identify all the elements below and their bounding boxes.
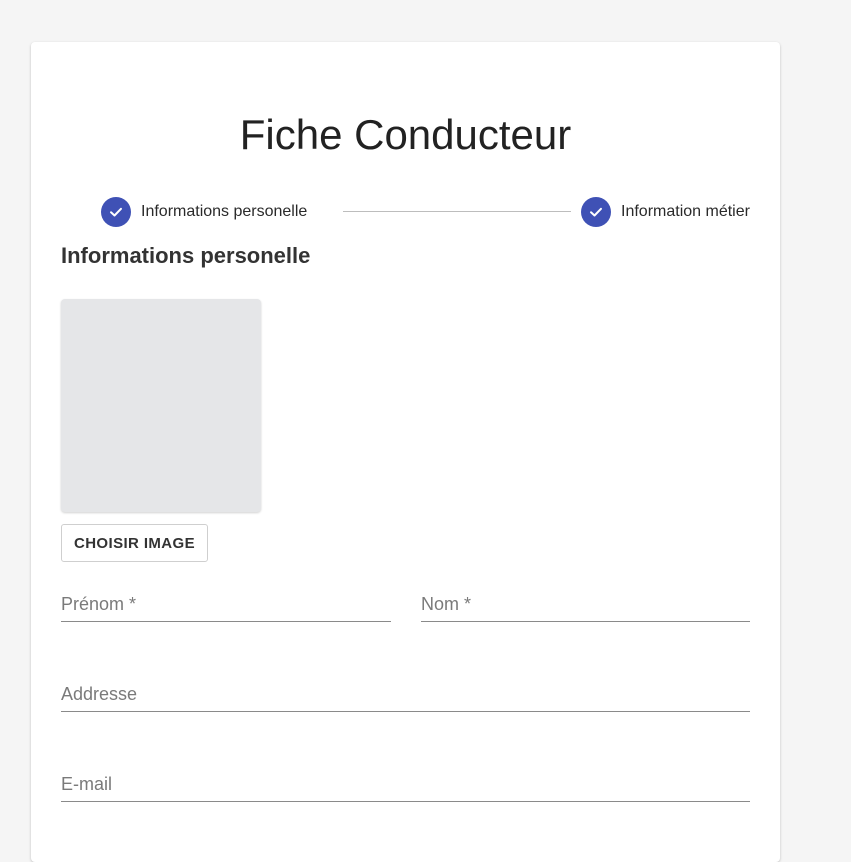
nom-input[interactable] [421, 594, 750, 615]
address-input[interactable] [61, 684, 750, 705]
email-field [61, 771, 750, 802]
prenom-field [61, 591, 391, 622]
section-title: Informations personelle [61, 243, 311, 268]
check-circle-icon [581, 197, 611, 227]
step-personal-info[interactable]: Informations personelle [101, 196, 307, 228]
step-label: Information métier [621, 203, 750, 220]
prenom-input[interactable] [61, 594, 391, 615]
stepper: Informations personelle Information méti… [101, 196, 773, 228]
check-circle-icon [101, 197, 131, 227]
photo-placeholder [61, 299, 261, 512]
nom-field [421, 591, 750, 622]
step-label: Informations personelle [141, 203, 308, 220]
step-business-info[interactable]: Information métier [581, 196, 750, 228]
email-input[interactable] [61, 774, 750, 795]
page-title: Fiche Conducteur [239, 111, 572, 158]
step-connector [343, 211, 571, 212]
choose-image-button[interactable]: CHOISIR IMAGE [61, 524, 208, 562]
address-field [61, 681, 750, 712]
